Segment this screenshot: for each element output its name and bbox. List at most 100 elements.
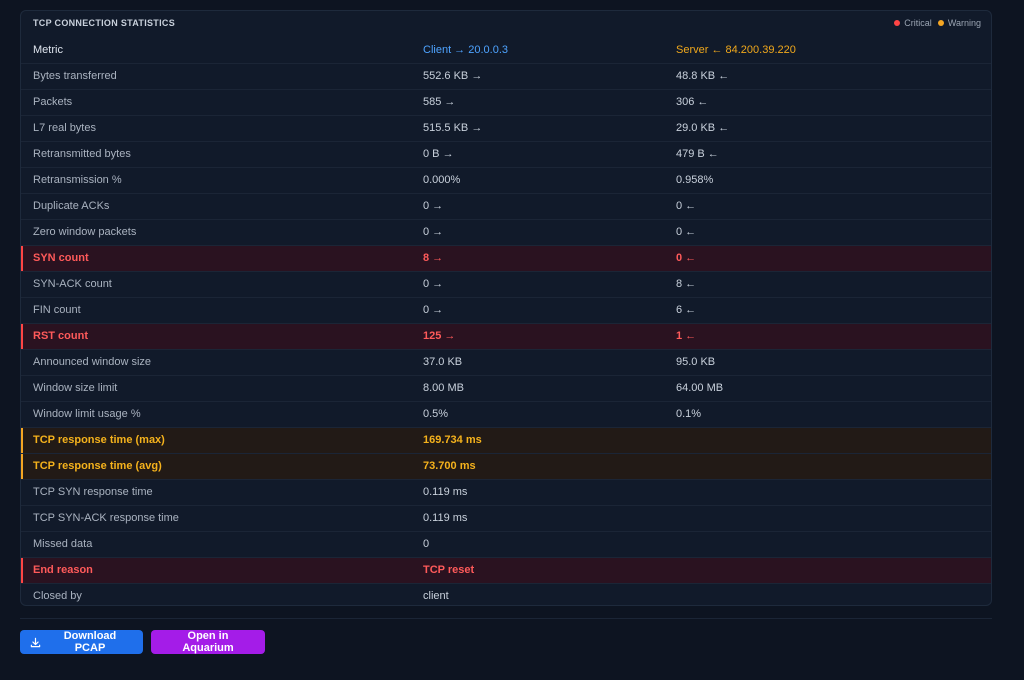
- server-cell: 48.8 KB ←: [664, 63, 991, 90]
- client-cell: client: [423, 590, 449, 603]
- metric-cell: SYN-ACK count: [21, 271, 411, 298]
- client-cell: 585 →: [411, 89, 664, 116]
- legend-warning-label: Warning: [947, 18, 981, 28]
- table-row: L7 real bytes 515.5 KB → 29.0 KB ←: [21, 115, 991, 142]
- table-row: Retransmitted bytes 0 B → 479 B ←: [21, 141, 991, 168]
- server-cell: 1 ←: [664, 323, 991, 350]
- table-row: Missed data 0: [21, 531, 991, 558]
- panel-title: TCP CONNECTION STATISTICS: [33, 18, 176, 28]
- metric-cell: RST count: [21, 323, 411, 350]
- server-cell: 64.00 MB: [664, 375, 991, 402]
- table-row: SYN-ACK count 0 → 8 ←: [21, 271, 991, 298]
- table-row: TCP SYN-ACK response time 0.119 ms: [21, 505, 991, 532]
- client-cell: 0 →: [411, 297, 664, 324]
- critical-dot-icon: [894, 20, 901, 26]
- server-cell: [664, 583, 991, 605]
- client-cell: 552.6 KB →: [411, 63, 664, 90]
- legend-critical: Critical: [894, 18, 932, 28]
- metric-cell: TCP SYN-ACK response time: [21, 505, 411, 532]
- header-client: Client → 20.0.0.3: [411, 37, 664, 64]
- server-cell: 0 ←: [664, 245, 991, 272]
- client-cell: 0: [411, 531, 664, 558]
- tcp-stats-panel: TCP CONNECTION STATISTICS Critical Warni…: [20, 10, 992, 606]
- client-cell: 0 →: [411, 193, 664, 220]
- metric-cell: Retransmitted bytes: [21, 141, 411, 168]
- server-cell: [664, 557, 991, 584]
- client-cell: 73.700 ms: [411, 453, 664, 480]
- server-cell: 8 ←: [664, 271, 991, 298]
- client-cell: 8.00 MB: [411, 375, 664, 402]
- server-cell: [664, 505, 991, 532]
- server-cell: 0 ←: [664, 219, 991, 246]
- header-server: Server ← 84.200.39.220: [664, 37, 991, 64]
- client-cell: 0.119 ms: [411, 479, 664, 506]
- table-header-row: Metric Client → 20.0.0.3 Server ← 84.200…: [21, 37, 991, 64]
- metric-cell: Window size limit: [21, 375, 411, 402]
- metric-cell: FIN count: [21, 297, 411, 324]
- client-cell: 0 B →: [411, 141, 664, 168]
- table-row: Zero window packets 0 → 0 ←: [21, 219, 991, 246]
- stats-table: Metric Client → 20.0.0.3 Server ← 84.200…: [21, 37, 991, 605]
- client-cell: 8 →: [411, 245, 664, 272]
- download-icon: [30, 637, 41, 648]
- client-cell: 515.5 KB →: [411, 115, 664, 142]
- table-row: Window size limit 8.00 MB 64.00 MB: [21, 375, 991, 402]
- server-cell: 0 ←: [664, 193, 991, 220]
- severity-legend: Critical Warning: [894, 18, 981, 28]
- open-in-aquarium-button[interactable]: Open in Aquarium: [151, 630, 265, 654]
- download-pcap-button[interactable]: Download PCAP: [20, 630, 143, 654]
- metric-cell: End reason: [21, 557, 411, 584]
- table-row: RST count 125 → 1 ←: [21, 323, 991, 350]
- metric-cell: TCP response time (avg): [21, 453, 411, 480]
- server-cell: [664, 479, 991, 506]
- table-row: TCP response time (avg) 73.700 ms: [21, 453, 991, 480]
- section-divider: [20, 618, 992, 619]
- client-cell: 0.5%: [411, 401, 664, 428]
- table-row: SYN count 8 → 0 ←: [21, 245, 991, 272]
- table-row: TCP SYN response time 0.119 ms: [21, 479, 991, 506]
- table-row: TCP response time (max) 169.734 ms: [21, 427, 991, 454]
- client-cell: 37.0 KB: [411, 349, 664, 376]
- table-row: Closed by client: [21, 583, 991, 605]
- client-cell: 169.734 ms: [411, 427, 664, 454]
- download-pcap-label: Download PCAP: [63, 630, 117, 654]
- client-cell: 125 →: [411, 323, 664, 350]
- table-row: Announced window size 37.0 KB 95.0 KB: [21, 349, 991, 376]
- metric-cell: SYN count: [21, 245, 411, 272]
- table-row: End reason TCP reset: [21, 557, 991, 584]
- server-cell: 0.958%: [664, 167, 991, 194]
- table-row: FIN count 0 → 6 ←: [21, 297, 991, 324]
- metric-cell: Missed data: [21, 531, 411, 558]
- client-cell: 0 →: [411, 219, 664, 246]
- stats-table-body: Bytes transferred 552.6 KB → 48.8 KB ← Pack…: [21, 63, 991, 605]
- server-cell: 95.0 KB: [664, 349, 991, 376]
- table-row: Duplicate ACKs 0 → 0 ←: [21, 193, 991, 220]
- metric-cell: Window limit usage %: [21, 401, 411, 428]
- warning-dot-icon: [937, 20, 944, 26]
- table-row: Retransmission % 0.000% 0.958%: [21, 167, 991, 194]
- server-cell: [664, 531, 991, 558]
- metric-cell: TCP SYN response time: [21, 479, 411, 506]
- server-cell: 29.0 KB ←: [664, 115, 991, 142]
- metric-cell: Packets: [21, 89, 411, 116]
- metric-cell: TCP response time (max): [21, 427, 411, 454]
- metric-cell: Zero window packets: [21, 219, 411, 246]
- metric-cell: Retransmission %: [21, 167, 411, 194]
- table-row: Bytes transferred 552.6 KB → 48.8 KB ←: [21, 63, 991, 90]
- metric-cell: Announced window size: [21, 349, 411, 376]
- server-cell: [664, 427, 991, 454]
- metric-cell: Bytes transferred: [21, 63, 411, 90]
- client-cell: 0.000%: [411, 167, 664, 194]
- server-cell: 306 ←: [664, 89, 991, 116]
- panel-header: TCP CONNECTION STATISTICS Critical Warni…: [21, 11, 991, 37]
- server-cell: 6 ←: [664, 297, 991, 324]
- table-row: Packets 585 → 306 ←: [21, 89, 991, 116]
- header-metric: Metric: [21, 37, 411, 64]
- metric-cell: L7 real bytes: [21, 115, 411, 142]
- legend-critical-label: Critical: [904, 18, 932, 28]
- open-in-aquarium-label: Open in Aquarium: [182, 630, 234, 654]
- metric-cell: Closed by: [33, 590, 82, 603]
- legend-warning: Warning: [937, 18, 981, 28]
- server-cell: 479 B ←: [664, 141, 991, 168]
- table-row: Window limit usage % 0.5% 0.1%: [21, 401, 991, 428]
